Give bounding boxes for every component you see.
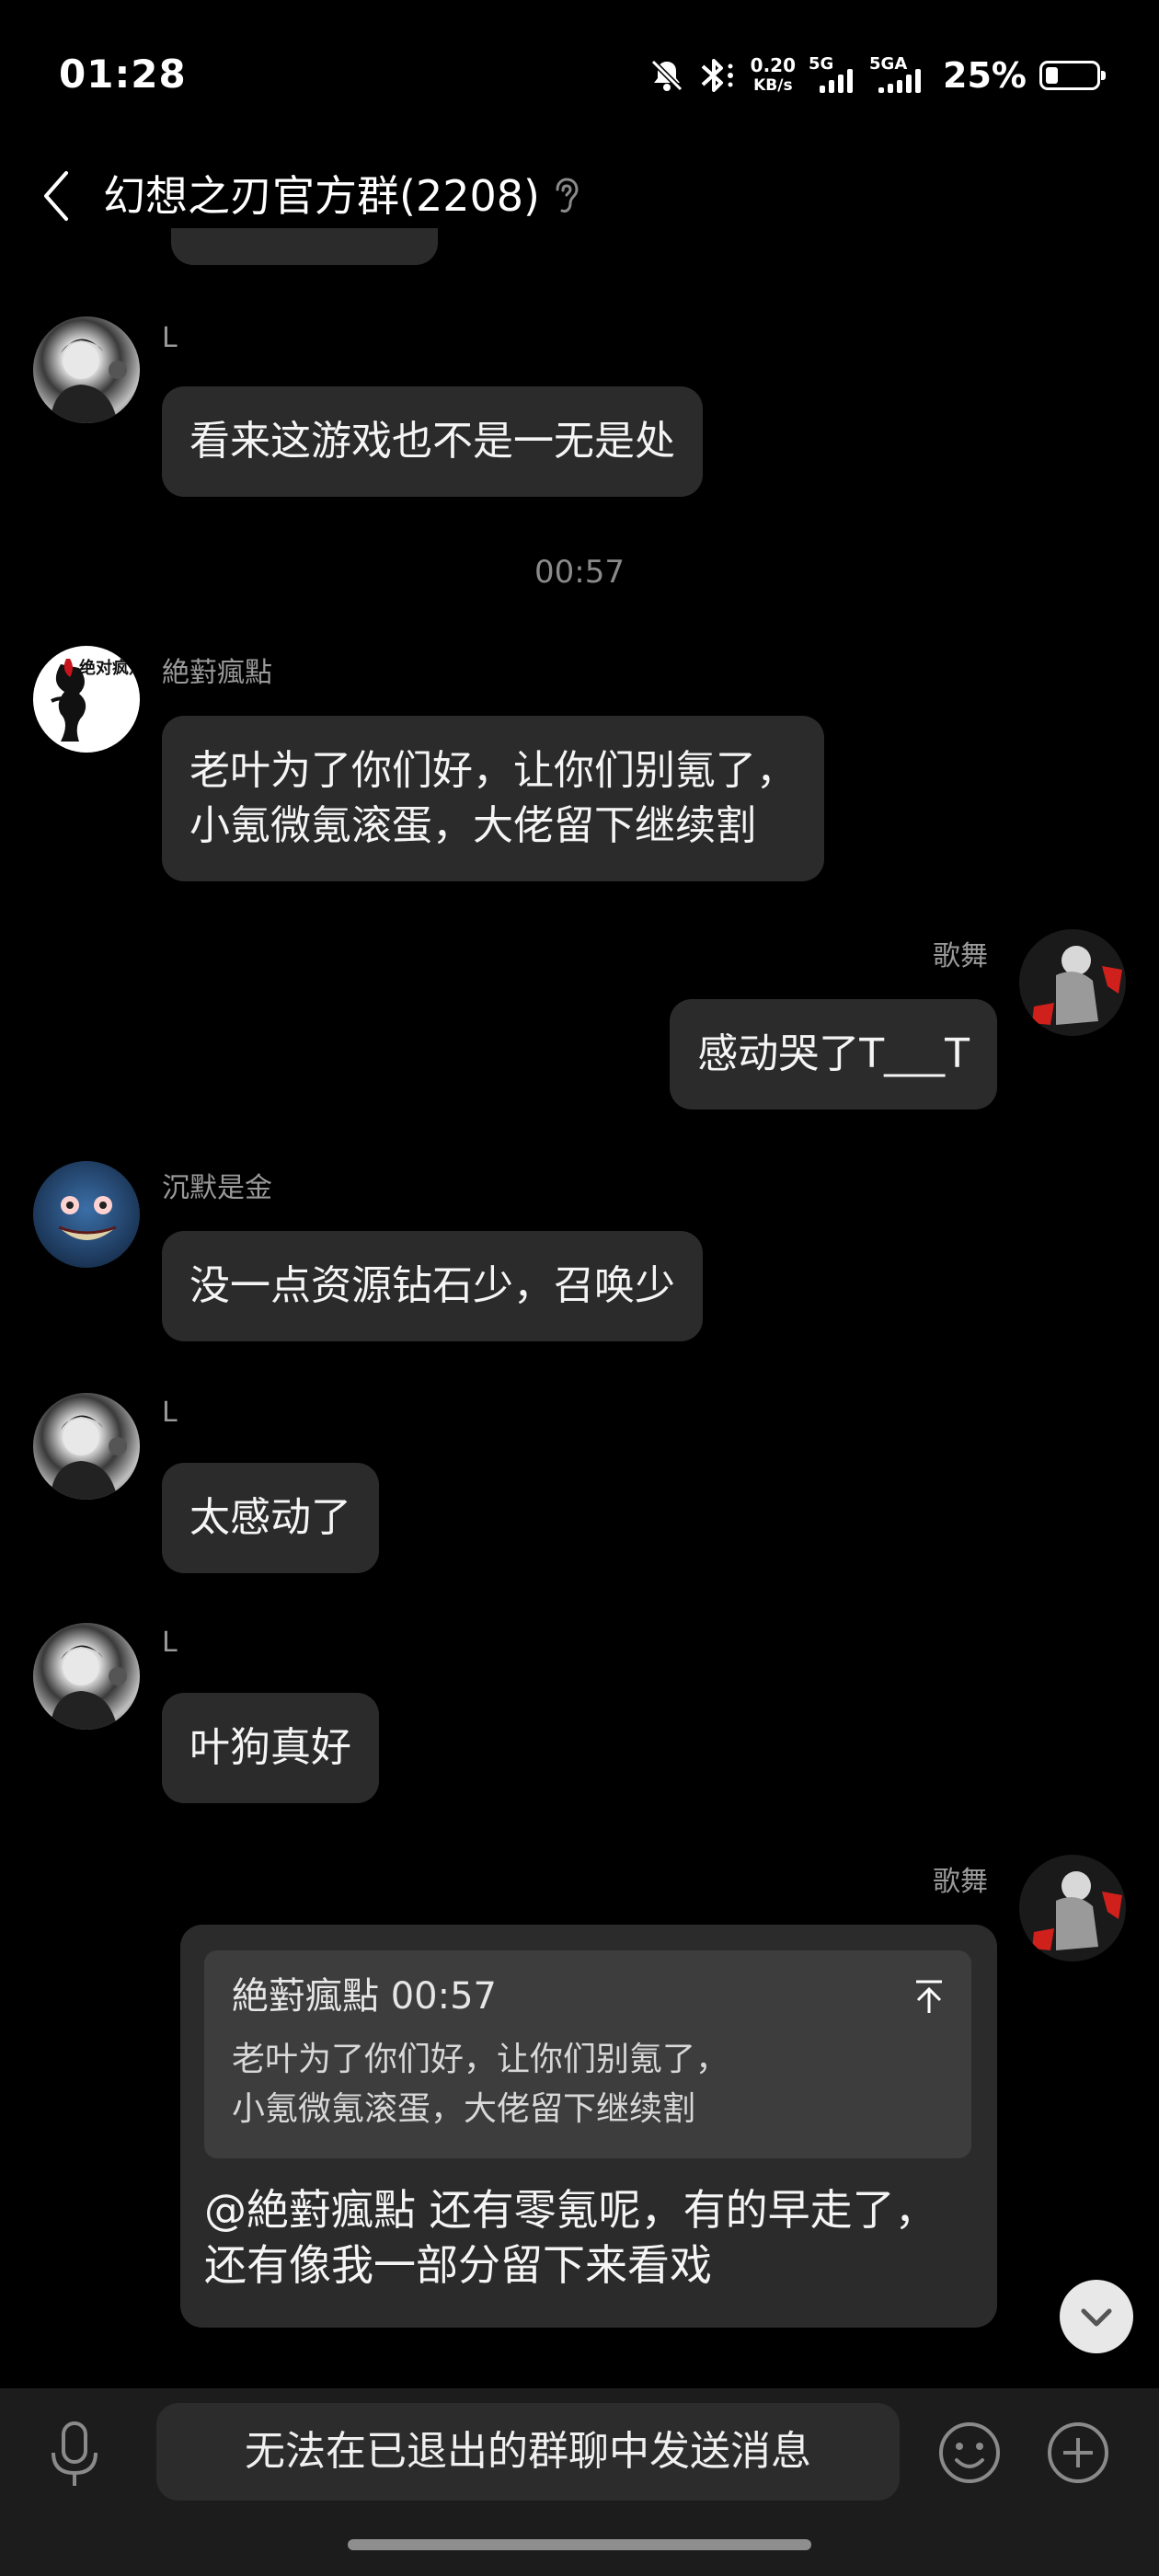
quote-author: 絶薱瘋點 [232, 1975, 379, 2018]
avatar[interactable] [1019, 929, 1126, 1036]
chat-title[interactable]: 幻想之刃官方群(2208) [103, 166, 540, 226]
signal2-label: 5GA [869, 54, 908, 74]
message-input-disabled: 无法在已退出的群聊中发送消息 [156, 2403, 900, 2501]
network-speed: 0.20 KB/s [751, 55, 796, 96]
quote-header: 絶薱瘋點 00:57 [232, 1971, 944, 2022]
avatar-text: 绝对疯点 [79, 658, 140, 678]
emoji-icon[interactable] [936, 2420, 1003, 2486]
avatar[interactable] [33, 1393, 140, 1500]
message-bubble[interactable]: 看来这游戏也不是一无是处 [162, 386, 703, 497]
battery-percent: 25% [943, 55, 1027, 96]
avatar[interactable]: 绝对疯点 [33, 646, 140, 753]
message-bubble[interactable]: 老叶为了你们好，让你们别氪了， 小氪微氪滚蛋，大佬留下继续割 [162, 716, 824, 881]
avatar[interactable] [1019, 1855, 1126, 1961]
avatar[interactable] [33, 1161, 140, 1268]
quote-text: 老叶为了你们好，让你们别氪了， 小氪微氪滚蛋，大佬留下继续割 [232, 2041, 729, 2128]
avatar[interactable] [33, 316, 140, 423]
message-bubble[interactable]: 没一点资源钻石少，召唤少 [162, 1231, 703, 1341]
sender-name: 絶薱瘋點 [162, 657, 272, 689]
back-icon[interactable] [37, 166, 79, 226]
sender-name: 歌舞 [933, 1866, 988, 1898]
signal1-label: 5G [809, 54, 834, 74]
status-time: 01:28 [59, 52, 187, 97]
quote-time: 00:57 [390, 1975, 497, 2018]
message-bubble[interactable]: 叶狗真好 [162, 1693, 379, 1803]
message-bubble[interactable]: 感动哭了T___T [670, 999, 997, 1110]
sender-name: 歌舞 [933, 940, 988, 972]
battery-icon [1039, 61, 1106, 90]
status-icons: 0.20 KB/s 5G 5GA 25% [649, 54, 1106, 96]
ear-icon[interactable] [552, 177, 580, 215]
chevron-down-icon [1081, 2308, 1112, 2327]
reply-text: @絶薱瘋點 还有零氪呢，有的早走了， 还有像我一部分留下来看戏 [204, 2185, 937, 2290]
net-speed-value: 0.20 [750, 54, 797, 76]
quoted-message[interactable]: 絶薱瘋點 00:57 老叶为了你们好，让你们别氪了， 小氪微氪滚蛋，大佬留下继续… [204, 1950, 971, 2158]
sender-name: L [162, 322, 178, 354]
timestamp: 00:57 [534, 554, 625, 591]
plus-icon[interactable] [1045, 2420, 1111, 2486]
avatar[interactable] [33, 1623, 140, 1730]
jump-to-original-icon[interactable] [911, 1976, 947, 2017]
sender-name: L [162, 1397, 178, 1429]
sender-name: 沉默是金 [162, 1172, 272, 1204]
microphone-icon[interactable] [46, 2420, 103, 2490]
scroll-to-bottom-button[interactable] [1060, 2280, 1133, 2353]
message-bubble[interactable]: 太感动了 [162, 1463, 379, 1573]
home-indicator[interactable] [348, 2539, 811, 2550]
mute-icon [650, 59, 683, 92]
previous-message-bubble [171, 228, 438, 265]
net-speed-unit: KB/s [753, 76, 793, 95]
bluetooth-icon [701, 59, 733, 92]
signal-icon: 5G [809, 54, 856, 93]
signal-icon-2: 5GA [869, 54, 930, 93]
sender-name: L [162, 1627, 178, 1659]
